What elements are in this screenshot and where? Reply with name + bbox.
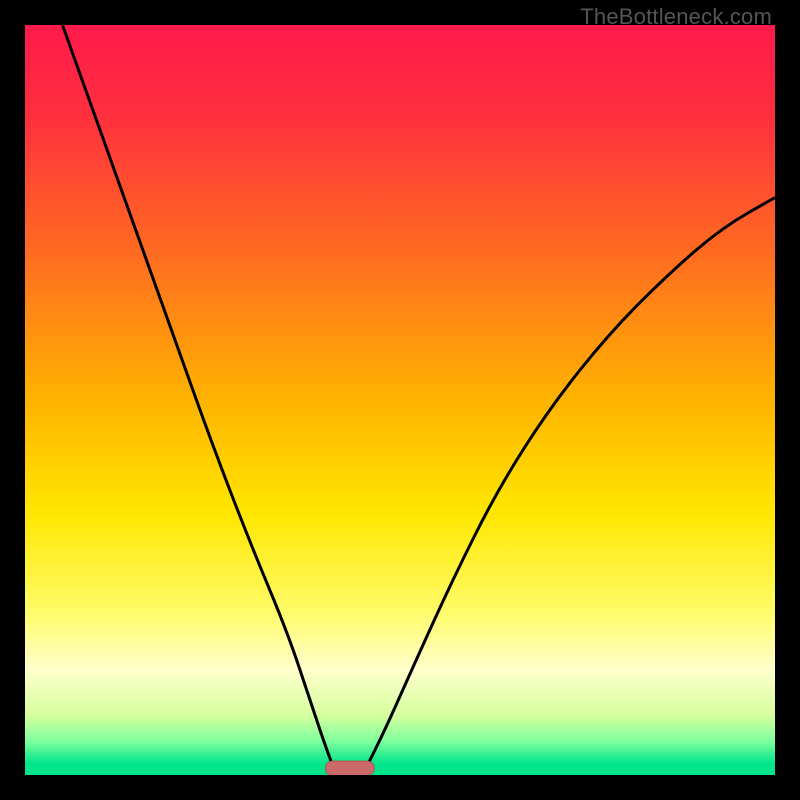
min-marker [325,761,374,775]
chart-svg [25,25,775,775]
gradient-background [25,25,775,775]
chart-frame [25,25,775,775]
watermark-text: TheBottleneck.com [580,4,772,30]
